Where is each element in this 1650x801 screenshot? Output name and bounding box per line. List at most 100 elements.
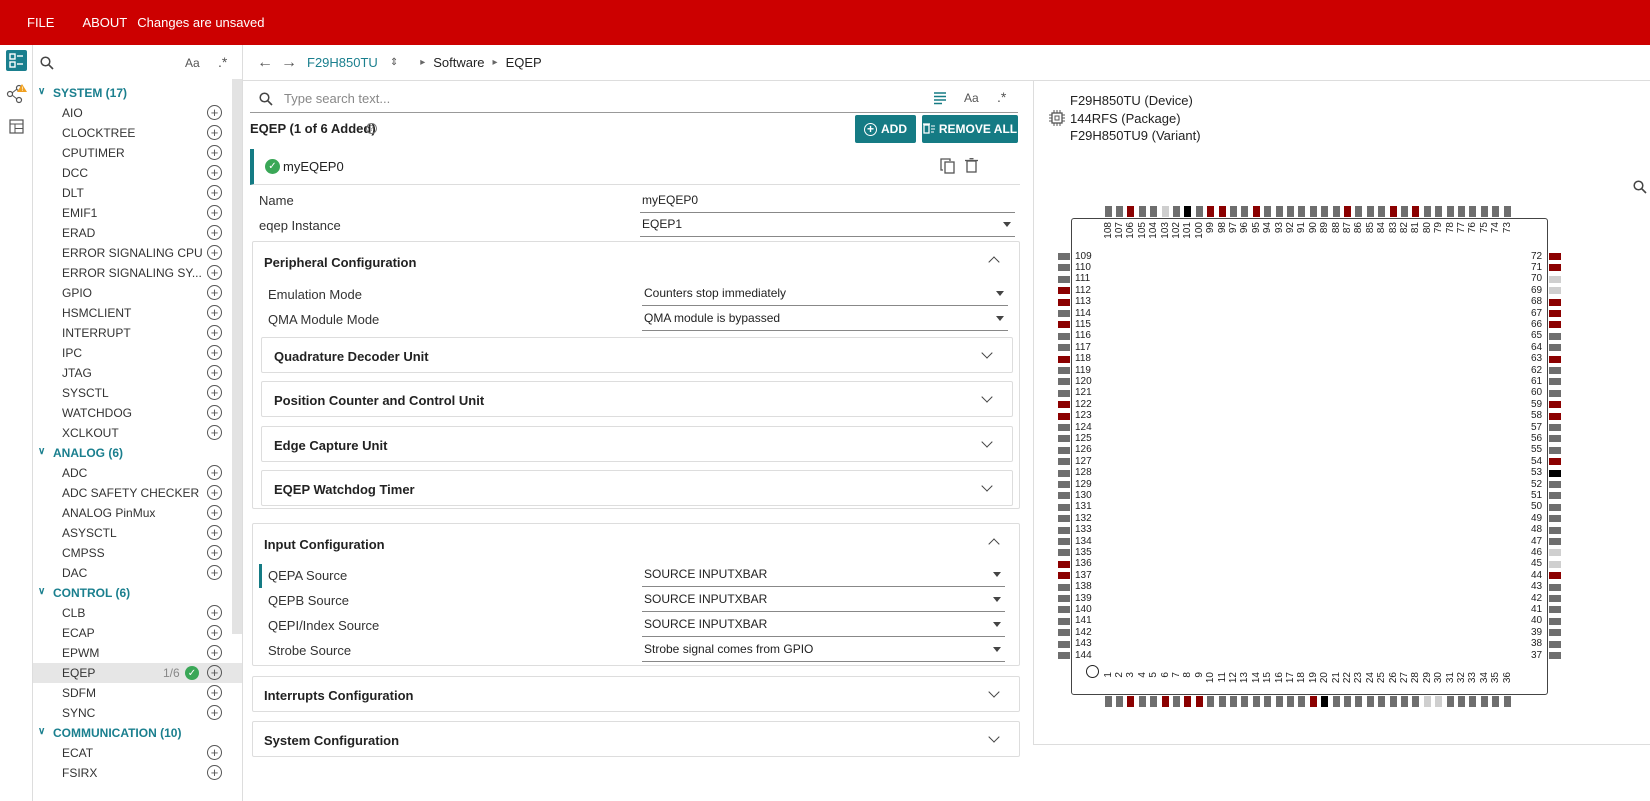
device-selector[interactable]: F29H850TU — [307, 55, 378, 70]
tree-item[interactable]: EPWM + — [33, 643, 242, 663]
breadcrumb-module[interactable]: EQEP — [506, 55, 542, 70]
package-pin[interactable] — [1549, 595, 1561, 602]
tree-item[interactable]: INTERRUPT + — [33, 323, 242, 343]
add-icon[interactable]: + — [207, 765, 222, 780]
package-pin[interactable] — [1184, 206, 1192, 217]
strobe-source-select[interactable]: Strobe signal comes from GPIO — [642, 642, 1005, 662]
package-pin[interactable] — [1549, 435, 1561, 443]
package-pin[interactable] — [1115, 206, 1123, 217]
qma-mode-select[interactable]: QMA module is bypassed — [642, 311, 1008, 331]
tree-item[interactable]: CLOCKTREE + — [33, 123, 242, 143]
package-pin[interactable] — [1127, 206, 1135, 217]
add-icon[interactable]: + — [207, 265, 222, 280]
tree-item[interactable]: ANALOG PinMux + — [33, 503, 242, 523]
package-pin[interactable] — [1058, 458, 1070, 466]
sort-icon[interactable]: ⇕ — [390, 57, 398, 68]
package-pin[interactable] — [1058, 515, 1070, 523]
package-pin[interactable] — [1161, 206, 1169, 217]
package-pin[interactable] — [1549, 606, 1561, 614]
diagram-view-icon[interactable]: ! — [6, 83, 27, 104]
package-pin[interactable] — [1549, 401, 1561, 409]
package-pin[interactable] — [1492, 206, 1500, 217]
instance-row[interactable]: ✓ myEQEP0 — [250, 149, 1020, 185]
package-pin[interactable] — [1355, 696, 1363, 707]
file-menu[interactable]: FILE — [0, 15, 68, 30]
add-icon[interactable]: + — [207, 465, 222, 480]
tree-category[interactable]: ∨ COMMUNICATION (10) — [33, 723, 242, 743]
add-icon[interactable]: + — [207, 225, 222, 240]
add-icon[interactable]: + — [207, 565, 222, 580]
package-pin[interactable] — [1058, 389, 1070, 397]
tree-category[interactable]: ∨ ANALOG (6) — [33, 443, 242, 463]
zoom-search-icon[interactable] — [1633, 180, 1647, 197]
package-pin[interactable] — [1446, 696, 1454, 707]
package-pin[interactable] — [1058, 640, 1070, 648]
chevron-up-icon[interactable] — [988, 538, 1000, 550]
package-pin[interactable] — [1435, 206, 1443, 217]
package-pin[interactable] — [1366, 206, 1374, 217]
package-pin[interactable] — [1207, 206, 1215, 217]
add-icon[interactable]: + — [207, 745, 222, 760]
package-pin[interactable] — [1058, 503, 1070, 511]
package-pin[interactable] — [1058, 538, 1070, 545]
package-pin[interactable] — [1058, 652, 1070, 659]
package-pin[interactable] — [1469, 206, 1477, 217]
tree-item[interactable]: SDFM + — [33, 683, 242, 703]
package-pin[interactable] — [1389, 696, 1397, 707]
chevron-up-icon[interactable] — [988, 256, 1000, 268]
add-icon[interactable]: + — [207, 705, 222, 720]
chevron-down-icon[interactable]: ∨ — [38, 586, 45, 597]
package-pin[interactable] — [1138, 696, 1146, 707]
package-pin[interactable] — [1172, 696, 1180, 707]
add-icon[interactable]: + — [207, 365, 222, 380]
package-pin[interactable] — [1549, 458, 1561, 466]
package-pin[interactable] — [1161, 696, 1169, 707]
tree-item[interactable]: GPIO + — [33, 283, 242, 303]
package-pin[interactable] — [1549, 389, 1561, 397]
tree-item[interactable]: DCC + — [33, 163, 242, 183]
chevron-down-icon[interactable] — [981, 391, 993, 403]
tree-item[interactable]: ADC + — [33, 463, 242, 483]
package-pin[interactable] — [1549, 560, 1561, 568]
tree-item[interactable]: WATCHDOG + — [33, 403, 242, 423]
package-pin[interactable] — [1058, 321, 1070, 329]
package-pin[interactable] — [1549, 583, 1561, 591]
package-pin[interactable] — [1058, 355, 1070, 363]
tree-item[interactable]: CPUTIMER + — [33, 143, 242, 163]
package-pin[interactable] — [1195, 696, 1203, 707]
package-pin[interactable] — [1549, 355, 1561, 363]
tree-item[interactable]: ASYSCTL + — [33, 523, 242, 543]
package-pin[interactable] — [1492, 696, 1500, 707]
regex-icon[interactable]: .* — [997, 89, 1006, 105]
package-pin[interactable] — [1058, 253, 1070, 260]
package-pin[interactable] — [1549, 321, 1561, 329]
package-pin[interactable] — [1058, 310, 1070, 317]
package-pin[interactable] — [1229, 206, 1237, 217]
package-pin[interactable] — [1058, 412, 1070, 420]
add-icon[interactable]: + — [207, 165, 222, 180]
add-icon[interactable]: + — [207, 205, 222, 220]
package-pin[interactable] — [1321, 696, 1329, 707]
config-view-icon[interactable] — [6, 50, 27, 71]
peripheral-config-title[interactable]: Peripheral Configuration — [264, 255, 416, 270]
package-pin[interactable] — [1549, 424, 1561, 431]
package-pin[interactable] — [1058, 424, 1070, 431]
package-pin[interactable] — [1207, 696, 1215, 707]
breadcrumb-software[interactable]: Software — [433, 55, 484, 70]
add-icon[interactable]: + — [207, 625, 222, 640]
help-icon[interactable]: ? — [366, 123, 377, 134]
package-pin[interactable] — [1549, 572, 1561, 580]
add-icon[interactable]: + — [207, 245, 222, 260]
package-pin[interactable] — [1058, 298, 1070, 306]
package-pin[interactable] — [1252, 206, 1260, 217]
qepa-source-select[interactable]: SOURCE INPUTXBAR — [642, 567, 1005, 587]
package-pin[interactable] — [1412, 696, 1420, 707]
package-pin[interactable] — [1058, 606, 1070, 614]
add-icon[interactable]: + — [207, 425, 222, 440]
package-pin[interactable] — [1058, 617, 1070, 625]
instance-select[interactable]: EQEP1 — [640, 217, 1015, 237]
package-pin[interactable] — [1549, 652, 1561, 659]
remove-all-button[interactable]: REMOVE ALL — [922, 115, 1018, 143]
package-pin[interactable] — [1115, 696, 1123, 707]
copy-icon[interactable] — [940, 158, 956, 178]
